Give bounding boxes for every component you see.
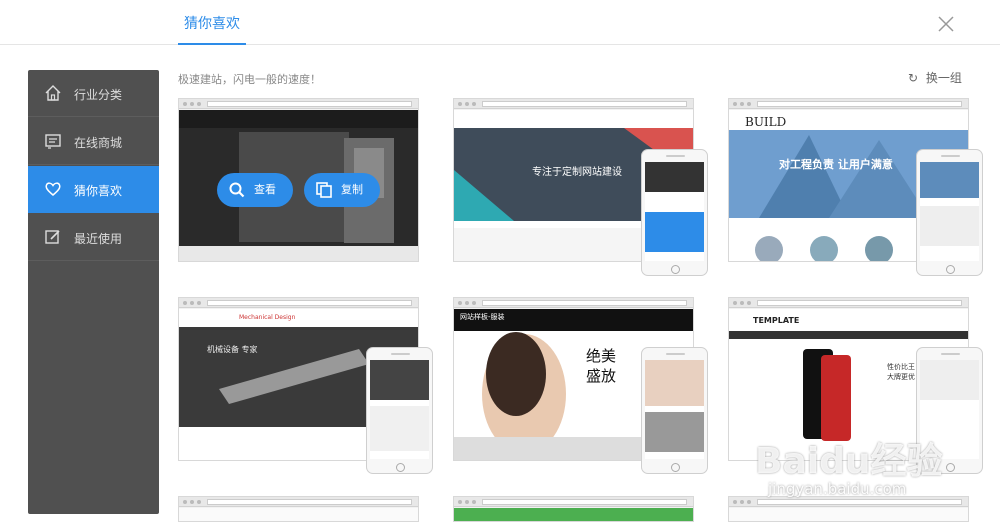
browser-bar [454,298,693,308]
refresh-label: 换一组 [925,71,962,85]
tab-guess-you-like[interactable]: 猜你喜欢 [178,0,246,45]
phone-preview [366,347,433,474]
template-text: 绝美盛放 [586,347,617,385]
page-subtitle: 极速建站，闪电一般的速度！ [178,73,321,86]
sidebar-item-label: 在线商城 [74,136,123,150]
view-label: 查看 [254,183,276,196]
phone-preview [916,149,983,276]
phone-preview [641,149,708,276]
search-icon [229,182,245,198]
browser-bar [729,497,968,507]
home-icon [45,85,61,101]
browser-bar [179,298,418,308]
watermark-url: jingyan.baidu.com [768,480,907,498]
template-text: 机械设备 专家 [207,345,258,354]
template-text: 对工程负责 让用户满意 [779,158,893,171]
template-text: TEMPLATE [753,316,800,325]
sidebar-item-recent[interactable]: 最近使用 [28,214,159,261]
template-preview [179,110,418,261]
dialog-header: 猜你喜欢 [0,0,1000,45]
tab-active-indicator [178,43,246,45]
sidebar-item-guess-you-like[interactable]: 猜你喜欢 [28,166,159,213]
template-text: BUILD [745,115,787,129]
sidebar-item-label: 猜你喜欢 [74,184,123,198]
template-card[interactable] [453,496,694,522]
sidebar: 行业分类 在线商城 猜你喜欢 最近使用 [28,70,159,514]
sidebar-item-industry[interactable]: 行业分类 [28,70,159,117]
copy-icon [316,182,332,198]
sidebar-item-label: 最近使用 [74,232,123,246]
close-icon[interactable] [936,14,956,34]
watermark-logo: Baidu经验 [755,441,943,482]
view-button[interactable]: 查看 [217,173,293,207]
copy-label: 复制 [341,183,363,196]
browser-bar [729,298,968,308]
template-card[interactable] [178,496,419,522]
refresh-button[interactable]: ↻ 换一组 [908,69,962,86]
browser-bar [179,497,418,507]
browser-bar [179,99,418,109]
template-card[interactable] [728,496,969,522]
browser-bar [454,497,693,507]
browser-bar [454,99,693,109]
phone-preview [641,347,708,474]
refresh-icon: ↻ [908,71,919,85]
heart-icon [45,182,61,196]
browser-bar [729,99,968,109]
template-text: Mechanical Design [239,314,296,321]
edit-icon [45,230,60,244]
copy-button[interactable]: 复制 [304,173,380,207]
template-text: 网站样板-服装 [460,313,505,321]
template-card[interactable]: 查看 复制 [178,98,419,262]
sidebar-item-store[interactable]: 在线商城 [28,118,159,165]
store-icon [45,134,61,149]
template-text: 专注于定制网站建设 [532,167,622,178]
sidebar-item-label: 行业分类 [74,88,123,102]
